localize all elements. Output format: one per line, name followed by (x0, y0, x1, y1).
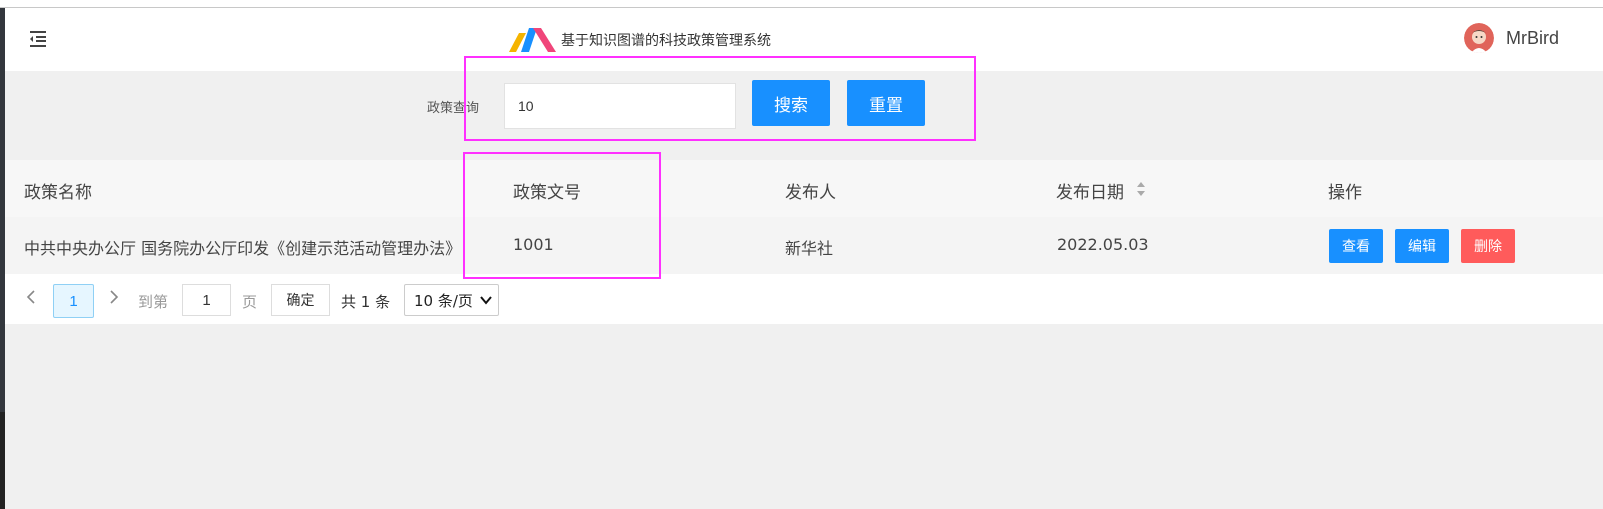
page-size-value: 10 条/页 (414, 291, 473, 310)
reset-button[interactable]: 重置 (847, 80, 925, 126)
view-button[interactable]: 查看 (1329, 229, 1383, 263)
user-menu[interactable]: MrBird (1464, 23, 1559, 53)
doc-number-cell: 1001 (513, 235, 554, 254)
table-header: 政策名称 政策文号 发布人 发布日期 操作 (5, 160, 1603, 217)
edit-button[interactable]: 编辑 (1395, 229, 1449, 263)
sort-icon[interactable] (1136, 181, 1146, 197)
publisher-cell: 新华社 (785, 239, 834, 258)
column-policy-name: 政策名称 (24, 183, 92, 203)
prev-page-icon[interactable] (24, 289, 38, 305)
goto-page-input[interactable] (182, 284, 231, 316)
table-row: 中共中央办公厅 国务院办公厅印发《创建示范活动管理办法》 1001 新华社 20… (5, 217, 1603, 274)
top-header: 基于知识图谱的科技政策管理系统 MrBird (5, 9, 1603, 71)
delete-button[interactable]: 删除 (1461, 229, 1515, 263)
goto-label: 到第 (138, 293, 169, 311)
content-background (5, 324, 1603, 509)
page-number-current[interactable]: 1 (53, 284, 94, 318)
page-size-select[interactable]: 10 条/页 (404, 284, 499, 316)
page-unit-label: 页 (242, 293, 258, 311)
goto-confirm-button[interactable]: 确定 (271, 284, 330, 316)
search-button[interactable]: 搜索 (752, 80, 830, 126)
pagination: 1 到第 页 确定 共 1 条 10 条/页 (5, 274, 1603, 324)
total-count: 共 1 条 (341, 293, 391, 311)
browser-top-strip (0, 0, 1603, 8)
username: MrBird (1506, 27, 1559, 48)
logo-icon (509, 28, 556, 52)
menu-fold-icon[interactable] (27, 28, 49, 50)
column-publish-date[interactable]: 发布日期 (1056, 178, 1124, 203)
avatar (1464, 23, 1494, 53)
column-actions: 操作 (1328, 183, 1362, 203)
column-doc-number: 政策文号 (513, 183, 581, 203)
search-panel: 政策查询 搜索 重置 (5, 71, 1603, 153)
policy-name-cell: 中共中央办公厅 国务院办公厅印发《创建示范活动管理办法》 (24, 239, 462, 258)
brand: 基于知识图谱的科技政策管理系统 (507, 25, 771, 55)
next-page-icon[interactable] (107, 289, 121, 305)
column-publisher: 发布人 (785, 183, 836, 203)
search-label: 政策查询 (427, 101, 480, 116)
chevron-down-icon (480, 296, 492, 305)
app-title: 基于知识图谱的科技政策管理系统 (561, 33, 771, 49)
publish-date-cell: 2022.05.03 (1057, 235, 1149, 254)
section-gap (5, 153, 1603, 160)
policy-search-input[interactable] (504, 83, 736, 129)
